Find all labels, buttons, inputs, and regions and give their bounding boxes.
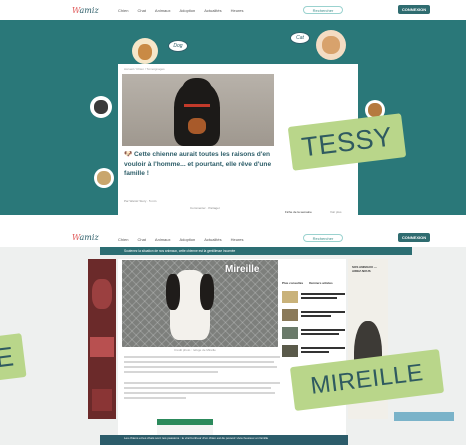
top-navbar: Wamiz Chien Chat Animaux Adoption Actual… [0, 0, 466, 20]
search-button[interactable]: Rechercher [303, 6, 343, 14]
mireille-article-screenshot: Wamiz Chien Chat Animaux Adoption Actual… [0, 229, 466, 445]
ad-graphic-3 [92, 389, 112, 411]
photo-name-overlay: Mireille [225, 264, 260, 275]
dog-sticker-bottom [94, 168, 114, 188]
menu-item-animaux[interactable]: Animaux [155, 8, 171, 13]
menu-item-heures[interactable]: Heures [231, 8, 244, 13]
speech-bubble-left: Dog [168, 40, 188, 52]
right-ad-label: SOS ANIMAUX — AIDEZ-NOUS [352, 265, 377, 273]
bottom-right-ad[interactable] [394, 412, 454, 421]
site-logo[interactable]: Wamiz [72, 6, 99, 15]
news-title-line [301, 333, 339, 335]
menu-item-chien[interactable]: Chien [118, 8, 128, 13]
article-actions[interactable]: Commenter · Partager [190, 206, 220, 210]
tessy-photo [122, 74, 274, 146]
menu-item-animaux-2[interactable]: Animaux [155, 237, 171, 242]
dog-collar [184, 104, 210, 107]
connect-button[interactable]: CONNEXION [398, 5, 430, 14]
menu-item-adoption-2[interactable]: Adoption [179, 237, 195, 242]
dog-ear-right [200, 274, 214, 310]
news-title-line [301, 351, 329, 353]
tab-derniers-articles[interactable]: Derniers articles [309, 281, 333, 285]
dog-chest [188, 118, 206, 134]
news-thumbnail [282, 291, 298, 303]
photo-caption: Crédit photo : refuge de Mireille [174, 348, 216, 352]
footer-banner[interactable]: Les chiens et les chats sont nos passion… [100, 435, 348, 445]
news-title-line [301, 347, 345, 349]
site-logo-2[interactable]: Wamiz [72, 233, 99, 242]
kitten-sticker [90, 96, 112, 118]
menu-item-heures-2[interactable]: Heures [231, 237, 244, 242]
article-text-lines [124, 356, 280, 402]
bottom-navbar: Wamiz Chien Chat Animaux Adoption Actual… [0, 229, 466, 247]
sidebar-tabs: Plus consultés Derniers articles [282, 281, 333, 285]
dog-sticker [132, 38, 158, 64]
article-meta: Par Wamiz Story · 5 min [124, 199, 157, 203]
mireille-photo: Mireille [122, 260, 278, 347]
ad-graphic-2 [90, 337, 114, 357]
news-title-line [301, 329, 345, 331]
news-thumbnail [282, 327, 298, 339]
search-button-2[interactable]: Rechercher [303, 234, 343, 242]
menu-item-chat-2[interactable]: Chat [137, 237, 145, 242]
news-thumbnail [282, 345, 298, 357]
breadcrumb[interactable]: Accueil / Chien / Témoignages [124, 67, 165, 71]
menu-item-adoption[interactable]: Adoption [179, 8, 195, 13]
dog-head [182, 78, 212, 104]
sidebar-news-item[interactable] [282, 327, 346, 341]
cat-sticker [316, 30, 346, 60]
menu-item-chat[interactable]: Chat [137, 8, 145, 13]
sidebar-heading: Fiche de la semaine [285, 210, 312, 214]
news-title-line [301, 297, 337, 299]
left-ad-banner[interactable] [88, 259, 116, 419]
ad-graphic-1 [92, 279, 112, 309]
sidebar-more-link[interactable]: Voir plus [330, 210, 342, 214]
tab-plus-consultes[interactable]: Plus consultés [282, 281, 303, 285]
main-menu-2: Chien Chat Animaux Adoption Actualités H… [118, 237, 244, 242]
news-title-line [301, 311, 345, 313]
news-title-line [301, 293, 345, 295]
tessy-article-screenshot: Wamiz Chien Chat Animaux Adoption Actual… [0, 0, 466, 215]
sidebar-news-item[interactable] [282, 291, 346, 305]
menu-item-actualites-2[interactable]: Actualités [204, 237, 221, 242]
sidebar-news-item[interactable] [282, 309, 346, 323]
speech-bubble-right: Cat [290, 32, 310, 44]
news-title-line [301, 315, 331, 317]
menu-item-chien-2[interactable]: Chien [118, 237, 128, 242]
alert-banner[interactable]: Soutenez la situation de nos animaux, ce… [100, 247, 412, 255]
article-headline[interactable]: 🐶 Cette chienne aurait toutes les raison… [124, 150, 274, 179]
main-menu: Chien Chat Animaux Adoption Actualités H… [118, 8, 244, 13]
news-thumbnail [282, 309, 298, 321]
menu-item-actualites[interactable]: Actualités [204, 8, 221, 13]
dog-ear-left [166, 274, 180, 310]
connect-button-2[interactable]: CONNEXION [398, 233, 430, 242]
sidebar-news-item[interactable] [282, 345, 346, 359]
